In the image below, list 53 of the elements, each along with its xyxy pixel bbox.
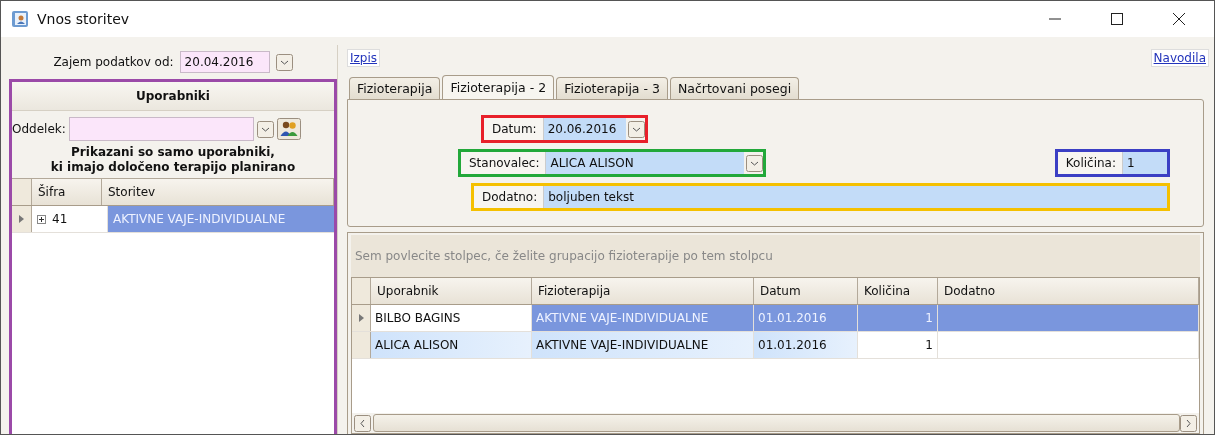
row-selector[interactable] [352,332,371,358]
table-cell: 1 [858,305,938,331]
note-field[interactable]: Dodatno: boljuben tekst [471,183,1170,211]
scroll-right-icon[interactable] [1180,414,1197,432]
resident-combo[interactable]: Stanovalec: ALICA ALISON [458,149,767,177]
table-cell: 1 [858,332,938,358]
notice-text: ki imajo določeno terapijo planirano [49,160,297,175]
help-link[interactable]: Navodila [1150,49,1209,67]
users-icon[interactable] [276,118,301,140]
window-title: Vnos storitev [37,11,130,27]
dropdown-button[interactable] [256,120,274,138]
row-selector[interactable] [12,206,32,232]
table-cell: 41 [52,212,68,226]
tab[interactable]: Fizioterapija [349,77,441,99]
maximize-icon[interactable] [1111,13,1123,25]
table-cell: AKTIVNE VAJE-INDIVIDUALNE [532,305,754,331]
notice-text: Prikazani so samo uporabniki, [70,145,276,160]
close-icon[interactable] [1173,13,1185,25]
header-corner [352,278,371,304]
current-row-icon [19,215,24,223]
scrollbar-thumb[interactable] [373,414,1180,432]
row-selector[interactable] [352,305,371,331]
expand-icon[interactable] [37,214,46,224]
column-header[interactable]: Storitev [102,179,334,205]
quantity-field[interactable]: Količina: 1 [1054,149,1170,177]
date-label: Zajem podatkov od: [53,55,174,69]
table-cell: ALICA ALISON [371,332,532,358]
table-cell: AKTIVNE VAJE-INDIVIDUALNE [532,332,754,358]
column-header[interactable]: Šifra [32,179,102,205]
group-by-panel: Sem povlecite stolpec, če želite grupacijo fizioterapije po tem stolpcu [351,235,1200,277]
department-label: Oddelek: [12,122,66,136]
date-field[interactable]: Datum: 20.06.2016 [481,115,648,143]
tab[interactable]: Fizioterapija - 2 [442,75,555,99]
caret-icon[interactable] [746,154,764,172]
table-cell: 01.01.2016 [754,305,858,331]
current-row-icon [358,314,364,322]
print-link[interactable]: Izpis [347,49,381,67]
column-header[interactable]: Fizioterapija [532,278,754,304]
date-field[interactable]: 20.04.2016 [179,51,270,73]
dropdown-button[interactable] [275,53,293,71]
caret-icon[interactable] [627,120,645,138]
table-cell: 01.01.2016 [754,332,858,358]
column-header[interactable]: Dodatno [938,278,1199,304]
department-field[interactable] [68,117,254,141]
column-header[interactable]: Datum [754,278,858,304]
tab[interactable]: Fizioterapija - 3 [556,77,668,99]
column-header[interactable]: Uporabnik [371,278,532,304]
tab[interactable]: Načrtovani posegi [669,77,800,99]
table-cell: AKTIVNE VAJE-INDIVIDUALNE [108,206,334,232]
panel-title: Uporabniki [12,82,334,111]
app-icon [11,10,29,28]
column-header[interactable]: Količina [858,278,938,304]
scroll-left-icon[interactable] [354,414,371,432]
